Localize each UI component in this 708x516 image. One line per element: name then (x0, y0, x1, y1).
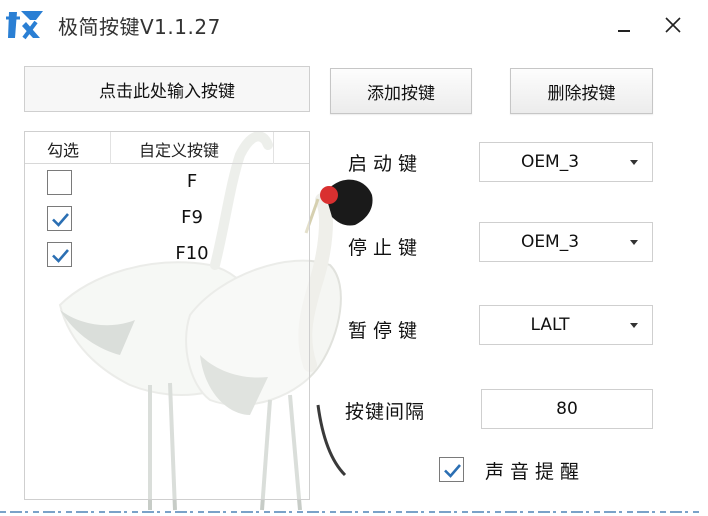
delete-key-button[interactable]: 删除按键 (510, 68, 653, 114)
row-key-name: F9 (181, 207, 203, 228)
list-header: 勾选 自定义按键 (25, 132, 309, 164)
custom-key-list[interactable]: 勾选 自定义按键 F F9 F10 (24, 131, 310, 500)
check-icon (52, 249, 69, 263)
check-icon (444, 464, 461, 478)
column-divider (110, 132, 111, 164)
stop-key-select[interactable]: OEM_3 (479, 222, 653, 262)
app-logo-icon (6, 11, 43, 40)
list-item[interactable]: F10 (25, 236, 309, 272)
row-checkbox[interactable] (47, 206, 72, 231)
column-header-select[interactable]: 勾选 (47, 137, 79, 161)
input-key-button[interactable]: 点击此处输入按键 (24, 66, 310, 112)
row-checkbox[interactable] (47, 242, 72, 267)
sound-alert-checkbox[interactable] (439, 457, 464, 482)
chevron-down-icon (630, 240, 638, 245)
key-interval-input[interactable]: 80 (481, 389, 653, 429)
title-bar: 极简按键V1.1.27 (0, 0, 708, 50)
minimize-icon[interactable] (612, 12, 638, 38)
column-divider (273, 132, 274, 164)
pause-key-select[interactable]: LALT (479, 305, 653, 345)
column-header-custom-key[interactable]: 自定义按键 (139, 137, 219, 161)
close-icon[interactable] (660, 12, 686, 38)
start-key-select[interactable]: OEM_3 (479, 142, 653, 182)
start-key-value: OEM_3 (520, 152, 580, 172)
chevron-down-icon (630, 323, 638, 328)
add-key-button[interactable]: 添加按键 (330, 68, 472, 114)
stop-key-label: 停止键 (348, 237, 424, 259)
start-key-label: 启动键 (348, 153, 424, 175)
row-key-name: F (186, 171, 198, 192)
check-icon (52, 213, 69, 227)
key-interval-value: 80 (556, 399, 578, 419)
list-item[interactable]: F9 (25, 200, 309, 236)
key-interval-label: 按键间隔 (345, 401, 426, 423)
app-title: 极简按键V1.1.27 (58, 15, 221, 39)
bottom-decoration (0, 511, 700, 513)
row-key-name: F10 (175, 243, 209, 264)
stop-key-value: OEM_3 (520, 232, 580, 252)
list-item[interactable]: F (25, 164, 309, 200)
sound-alert-label[interactable]: 声音提醒 (485, 457, 585, 484)
pause-key-label: 暂停键 (348, 320, 424, 342)
chevron-down-icon (630, 160, 638, 165)
pause-key-value: LALT (530, 315, 570, 335)
app-window: 极简按键V1.1.27 点击此处输入按键 添加按键 删除按键 勾选 自定义按键 … (0, 0, 708, 516)
row-checkbox[interactable] (47, 170, 72, 195)
